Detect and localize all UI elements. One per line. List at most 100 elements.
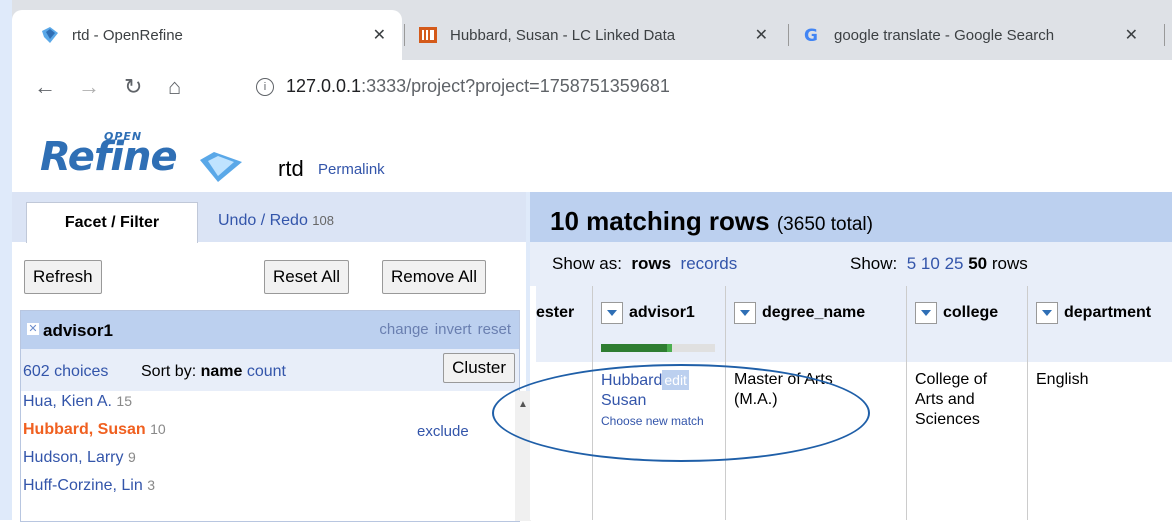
- page-size-25[interactable]: 25: [945, 254, 964, 273]
- back-arrow-icon[interactable]: ←: [34, 74, 56, 100]
- total-count: (3650 total): [776, 214, 873, 235]
- cell-semester: [536, 362, 593, 520]
- data-grid: ester advisor1 degree_name college depar…: [536, 286, 1172, 520]
- tab-close-icon[interactable]: ✕: [373, 25, 386, 45]
- refresh-button[interactable]: Refresh: [24, 260, 102, 294]
- diamond-logo-icon: [200, 152, 242, 182]
- facet-title: advisor1: [43, 321, 113, 340]
- address-bar-row: ← → ↻ ⌂ i 127.0.0.1:3333/project?project…: [12, 60, 1172, 119]
- advisor-cell-content: Hubbard edit Susan Choose new match: [601, 370, 704, 431]
- choice-count: 9: [127, 449, 136, 465]
- choose-new-match-link[interactable]: Choose new match: [601, 414, 704, 428]
- cell-college: College of Arts and Sciences: [907, 362, 1028, 520]
- column-label: department: [1064, 304, 1152, 321]
- facet-close-icon[interactable]: ✕: [27, 323, 39, 335]
- right-panel: 10 matching rows (3650 total) Show as: r…: [530, 192, 1172, 520]
- page-size-5[interactable]: 5: [907, 254, 916, 273]
- tab-separator: [788, 24, 789, 46]
- reset-all-button[interactable]: Reset All: [264, 260, 350, 294]
- show-as: Show as: rows records: [552, 254, 737, 274]
- rows-label: rows: [991, 254, 1028, 273]
- column-menu-icon[interactable]: [915, 302, 937, 324]
- site-info-icon[interactable]: i: [256, 78, 274, 96]
- column-header-semester[interactable]: ester: [536, 286, 593, 362]
- tab-title: rtd - OpenRefine: [72, 26, 183, 44]
- show-rows[interactable]: rows: [631, 254, 671, 273]
- edit-badge[interactable]: edit: [662, 370, 689, 390]
- column-label: degree_name: [762, 304, 866, 321]
- facet-controls: 602 choices Sort by: name count Cluster: [21, 349, 519, 391]
- left-panel: Facet / Filter Undo / Redo 108 Refresh R…: [12, 192, 531, 522]
- openrefine-favicon-icon: [42, 27, 58, 43]
- tab-separator: [1164, 24, 1165, 46]
- choice-count: 15: [116, 393, 132, 409]
- facet-choice[interactable]: Hudson, Larry 9: [23, 449, 136, 467]
- tab-google-search[interactable]: G google translate - Google Search ✕: [794, 10, 1154, 60]
- choice-name: Hua, Kien A.: [23, 393, 112, 410]
- scroll-up-icon[interactable]: ▲: [518, 399, 528, 410]
- show-as-label: Show as:: [552, 254, 622, 273]
- column-label: advisor1: [629, 304, 695, 321]
- sort-by: Sort by: name count: [141, 363, 286, 381]
- tab-close-icon[interactable]: ✕: [755, 25, 768, 45]
- browser-tab-bar: rtd - OpenRefine ✕ Hubbard, Susan - LC L…: [12, 0, 1172, 60]
- tab-undo-redo[interactable]: Undo / Redo 108: [218, 212, 334, 230]
- left-tabs: Facet / Filter Undo / Redo 108: [12, 192, 526, 243]
- facet-scrollbar[interactable]: ▲: [515, 391, 531, 521]
- svg-text:G: G: [804, 26, 818, 45]
- facet-advisor1: ✕ advisor1 change invert reset 602 choic…: [20, 310, 531, 522]
- page-size: Show: 5 10 25 50 rows: [850, 254, 1028, 274]
- department-value: English: [1036, 371, 1089, 388]
- page-size-50[interactable]: 50: [968, 254, 987, 273]
- view-options: Show as: rows records Show: 5 10 25 50 r…: [530, 242, 1172, 286]
- results-header: 10 matching rows (3650 total): [530, 192, 1172, 242]
- column-menu-icon[interactable]: [1036, 302, 1058, 324]
- tab-openrefine[interactable]: rtd - OpenRefine ✕: [12, 10, 402, 60]
- facet-choice[interactable]: Hua, Kien A. 15: [23, 393, 132, 411]
- column-header-degree-name[interactable]: degree_name: [726, 286, 907, 362]
- facet-choice[interactable]: Huff-Corzine, Lin 3: [23, 477, 155, 495]
- choice-count: 10: [150, 421, 166, 437]
- cluster-button[interactable]: Cluster: [443, 353, 515, 383]
- permalink-link[interactable]: Permalink: [318, 161, 385, 178]
- tab-title: Hubbard, Susan - LC Linked Data: [450, 26, 676, 44]
- show-label: Show:: [850, 254, 898, 273]
- remove-all-button[interactable]: Remove All: [382, 260, 486, 294]
- matching-rows: 10 matching rows (3650 total): [550, 206, 873, 237]
- google-favicon-icon: G: [804, 26, 818, 45]
- column-header-college[interactable]: college: [907, 286, 1028, 362]
- undo-label: Undo / Redo: [218, 212, 308, 229]
- column-menu-icon[interactable]: [734, 302, 756, 324]
- column-menu-icon[interactable]: [601, 302, 623, 324]
- exclude-link[interactable]: exclude: [417, 423, 469, 440]
- column-header-department[interactable]: department: [1028, 286, 1172, 362]
- column-header-advisor1[interactable]: advisor1: [593, 286, 726, 362]
- choice-name: Hudson, Larry: [23, 449, 124, 466]
- choices-count[interactable]: 602 choices: [23, 363, 108, 381]
- forward-arrow-icon[interactable]: →: [78, 74, 100, 100]
- show-records[interactable]: records: [681, 254, 738, 273]
- facet-choice-selected[interactable]: Hubbard, Susan 10: [23, 421, 166, 439]
- college-value: College of Arts and Sciences: [915, 371, 988, 428]
- column-label: ester: [536, 304, 575, 321]
- tab-title: google translate - Google Search: [834, 26, 1055, 44]
- tab-lc-linked-data[interactable]: Hubbard, Susan - LC Linked Data ✕: [412, 10, 784, 60]
- reload-icon[interactable]: ↻: [124, 74, 142, 100]
- sort-name[interactable]: name: [201, 363, 243, 380]
- page-size-10[interactable]: 10: [921, 254, 940, 273]
- loc-favicon-icon: [419, 27, 437, 43]
- degree-value: Master of Arts (M.A.): [734, 371, 833, 408]
- tab-close-icon[interactable]: ✕: [1125, 25, 1138, 45]
- facet-header: ✕ advisor1 change invert reset: [21, 311, 519, 349]
- home-icon[interactable]: ⌂: [168, 74, 181, 100]
- advisor-match-link[interactable]: Hubbard: [601, 372, 662, 389]
- url-field[interactable]: 127.0.0.1:3333/project?project=175875135…: [286, 76, 670, 97]
- facet-actions[interactable]: change invert reset: [379, 321, 511, 338]
- sort-count[interactable]: count: [247, 363, 286, 380]
- tab-facet-filter[interactable]: Facet / Filter: [26, 202, 198, 243]
- openrefine-logo[interactable]: Refine OPEN: [40, 130, 178, 180]
- advisor-match-link-2[interactable]: Susan: [601, 392, 646, 409]
- cell-department: English: [1028, 362, 1172, 520]
- url-path: :3333/project?project=1758751359681: [361, 76, 670, 96]
- choice-name: Hubbard, Susan: [23, 421, 146, 438]
